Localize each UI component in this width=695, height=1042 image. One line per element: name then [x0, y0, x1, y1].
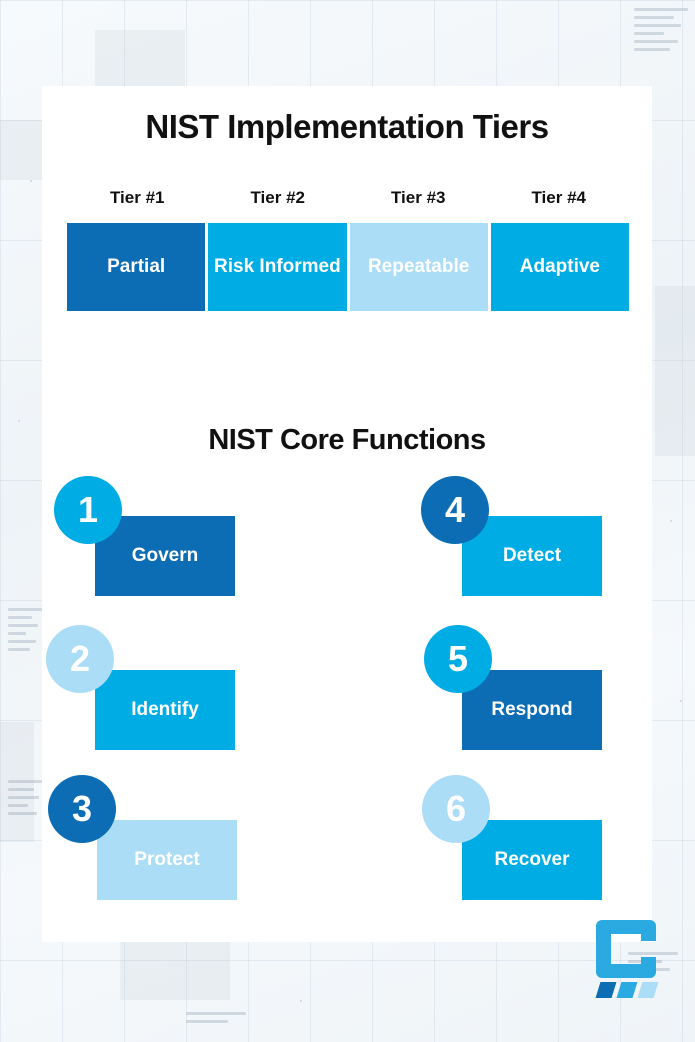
background-speck: [300, 1000, 302, 1002]
background-text-lines: [8, 608, 42, 656]
tiers-section-title: NIST Implementation Tiers: [145, 108, 549, 145]
tier-segment-repeatable[interactable]: Repeatable: [349, 223, 488, 311]
background-speck: [30, 180, 32, 182]
core-function-box[interactable]: Identify: [95, 670, 235, 750]
content-card: NIST Implementation Tiers Tier #1 Tier #…: [42, 86, 652, 942]
background-text-lines: [186, 1012, 246, 1028]
tier-label-row: Tier #1 Tier #2 Tier #3 Tier #4: [67, 188, 629, 208]
core-function-number-badge[interactable]: 4: [421, 476, 489, 544]
tier-label-4: Tier #4: [531, 188, 586, 207]
background-speck: [680, 700, 682, 702]
core-function-box[interactable]: Recover: [462, 820, 602, 900]
background-text-lines: [8, 780, 42, 820]
background-text-lines: [634, 8, 688, 56]
logo-c-icon: [596, 920, 656, 978]
tier-segment-risk-informed[interactable]: Risk Informed: [208, 223, 347, 311]
tier-segment-adaptive[interactable]: Adaptive: [490, 223, 629, 311]
background-block: [95, 30, 185, 86]
core-function-number-badge[interactable]: 3: [48, 775, 116, 843]
core-function-number-badge[interactable]: 5: [424, 625, 492, 693]
tier-label-2: Tier #2: [250, 188, 305, 207]
tier-label-1: Tier #1: [109, 188, 165, 207]
background-speck: [18, 420, 20, 422]
core-function-box[interactable]: Protect: [97, 820, 237, 900]
background-block: [120, 942, 230, 1000]
logo-bars-icon: [594, 982, 660, 998]
core-function-number-badge[interactable]: 1: [54, 476, 122, 544]
tier-segment-partial[interactable]: Partial: [67, 223, 206, 311]
core-function-number-badge[interactable]: 2: [46, 625, 114, 693]
background-speck: [670, 520, 672, 522]
core-function-number-badge[interactable]: 6: [422, 775, 490, 843]
infographic-canvas: NIST Implementation Tiers Tier #1 Tier #…: [0, 0, 695, 1042]
background-block: [0, 120, 42, 180]
core-section-title: NIST Core Functions: [208, 424, 486, 456]
brand-logo: [592, 920, 660, 998]
tier-bar: Partial Risk Informed Repeatable Adaptiv…: [67, 223, 629, 311]
background-block: [655, 286, 695, 456]
tier-label-3: Tier #3: [390, 188, 446, 207]
